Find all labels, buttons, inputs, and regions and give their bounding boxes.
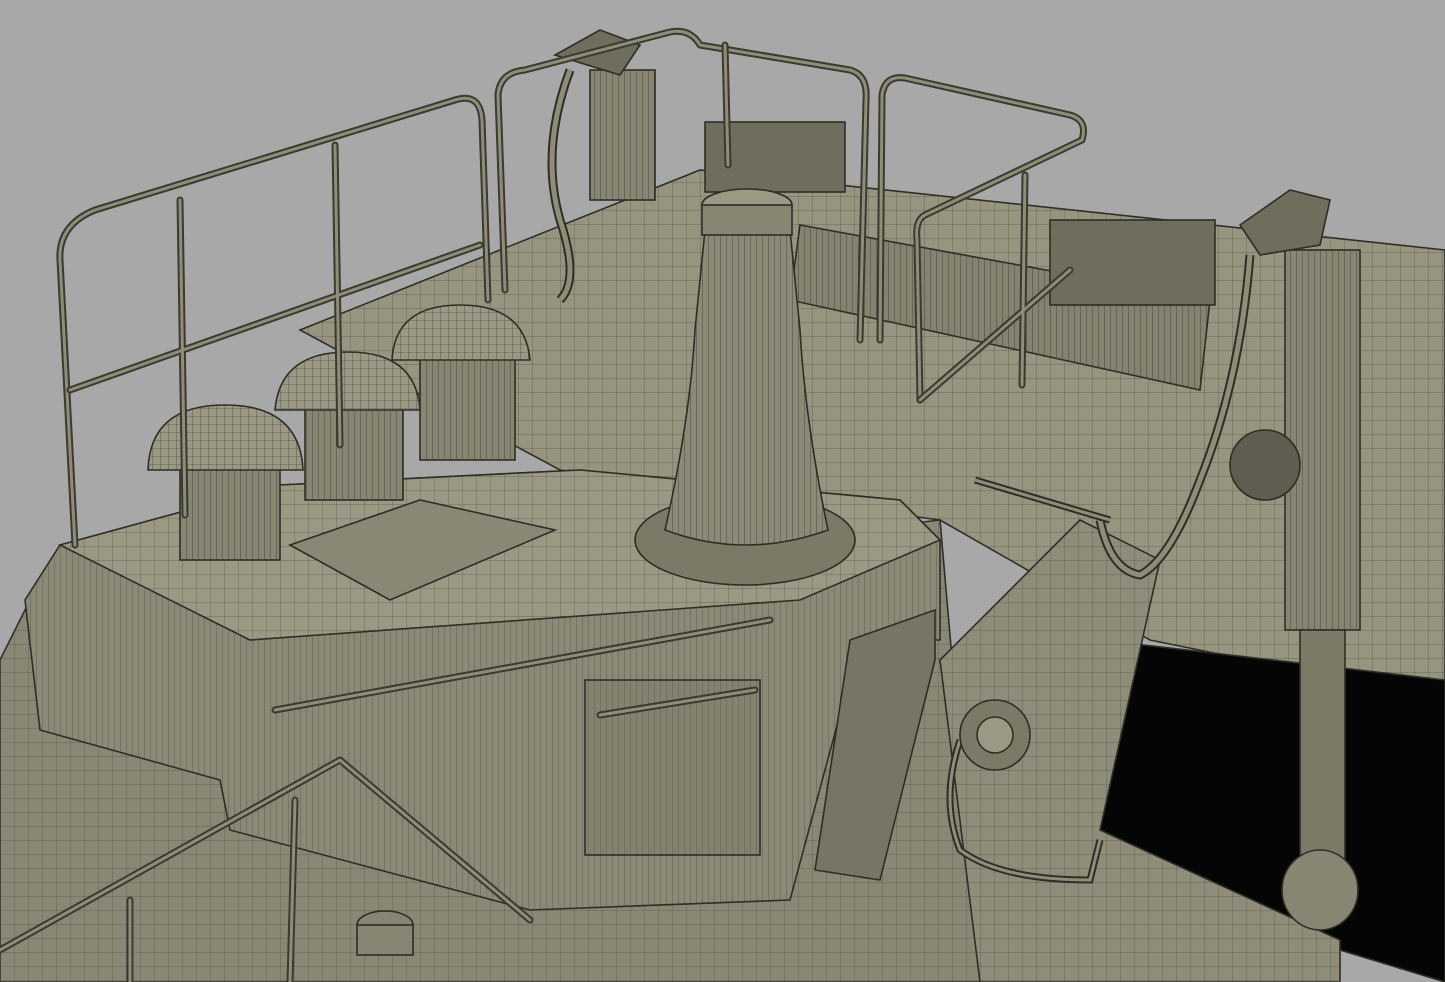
dome-2 <box>274 351 421 501</box>
wireframe-viewport[interactable] <box>0 0 1445 982</box>
box-block <box>1049 219 1216 306</box>
